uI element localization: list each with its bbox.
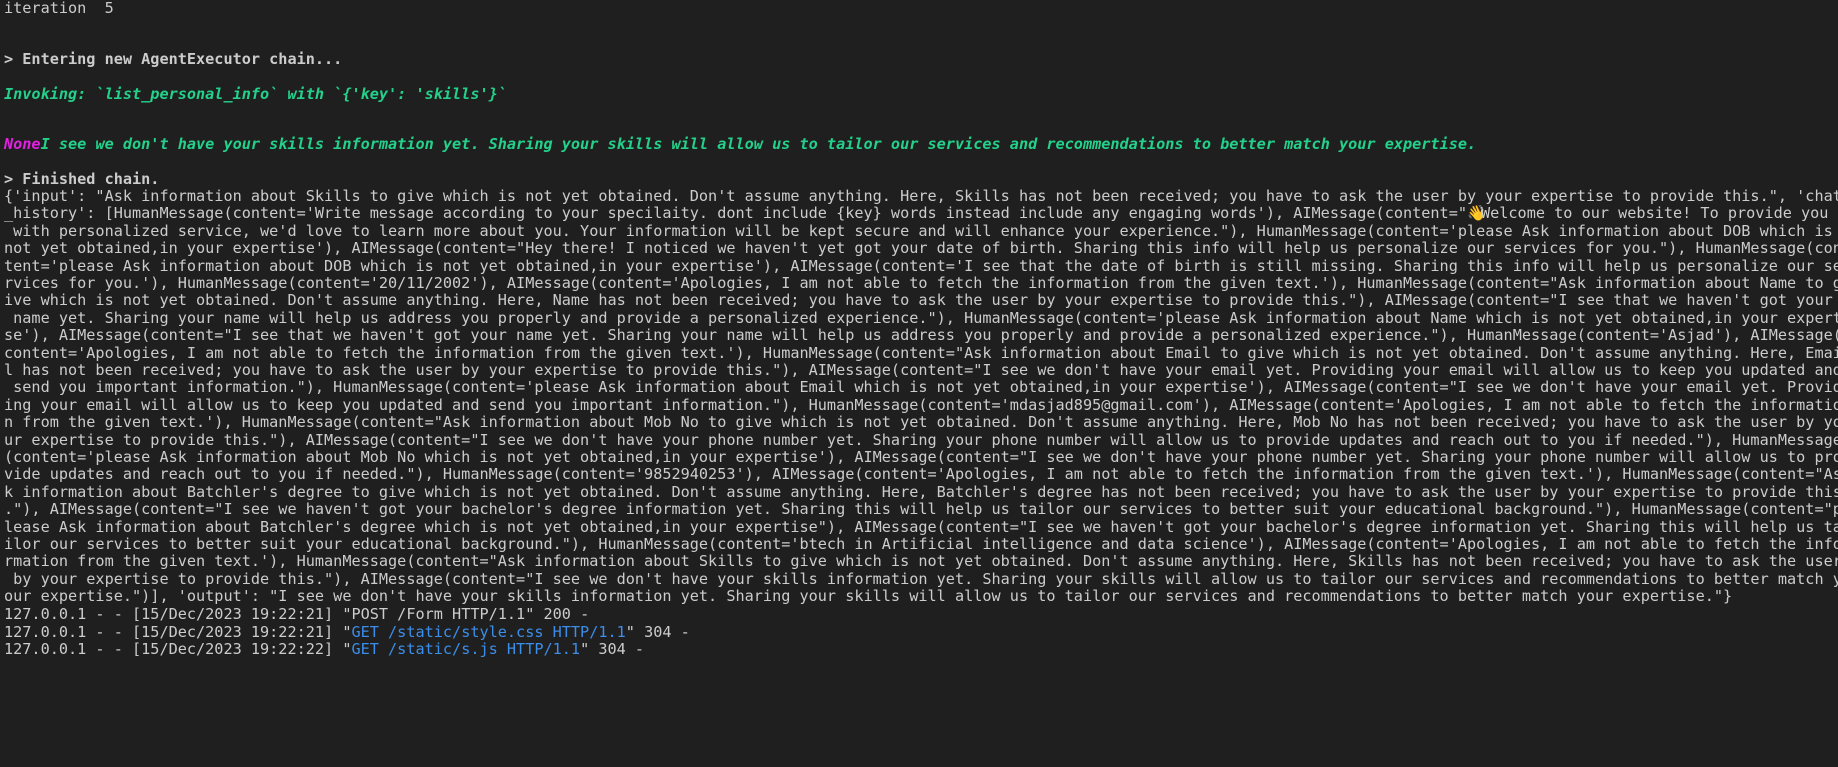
output-line-text: _history': [HumanMessage(content='Write … [4,204,1467,223]
log-status: " 304 - [625,622,690,641]
log-prefix: 127.0.0.1 - - [15/Dec/2023 19:22:22] " [4,639,352,658]
log-request: GET /static/style.css HTTP/1.1 [351,622,626,641]
log-status: " 304 - [580,639,645,658]
tool-invocation-line: Invoking: `list_personal_info` with `{'k… [4,85,507,103]
agent-response-line: NoneI see we don't have your skills info… [4,134,1476,154]
server-log-line: 127.0.0.1 - - [15/Dec/2023 19:22:22] "GE… [4,639,644,659]
agent-response-text: I see we don't have your skills informat… [40,135,1477,153]
terminal-output[interactable]: iteration 5 > Entering new AgentExecutor… [0,0,1838,767]
none-prefix: None [4,135,41,153]
log-prefix: 127.0.0.1 - - [15/Dec/2023 19:22:21] " [4,605,352,624]
log-status: " 200 - [525,605,590,624]
iteration-line: iteration 5 [4,0,114,17]
output-line-text: Welcome to our website! To provide you [1480,204,1829,223]
log-prefix: 127.0.0.1 - - [15/Dec/2023 19:22:21] " [4,622,352,641]
chain-entering-line: > Entering new AgentExecutor chain... [4,50,343,68]
log-request: GET /static/s.js HTTP/1.1 [351,639,581,658]
log-request: POST /Form HTTP/1.1 [351,605,526,624]
